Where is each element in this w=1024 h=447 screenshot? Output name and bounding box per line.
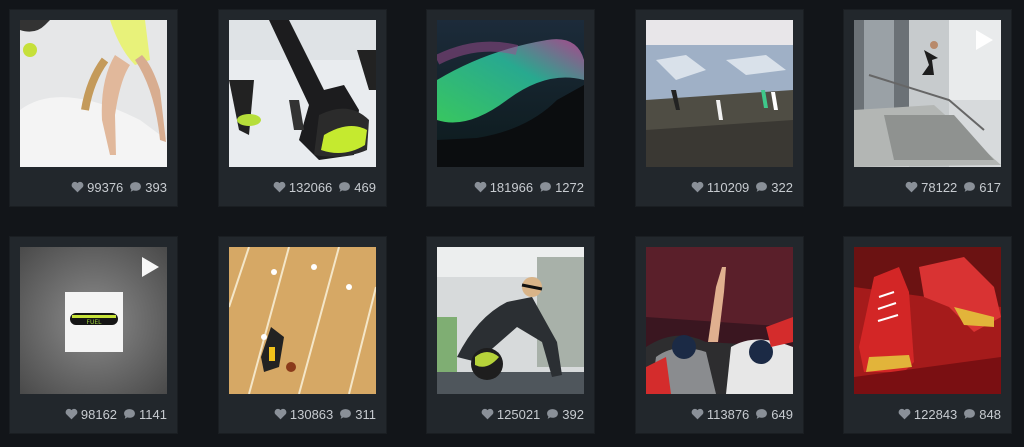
speech-bubble-icon: [547, 409, 559, 419]
comment-count-value: 1272: [555, 179, 584, 195]
speech-bubble-icon: [339, 182, 351, 192]
post-stats: 132066 469: [273, 178, 376, 196]
like-count[interactable]: 110209: [691, 180, 749, 195]
comment-count-value: 393: [145, 179, 167, 195]
like-count[interactable]: 99376: [71, 180, 123, 195]
post-stats: 181966 1272: [474, 178, 584, 196]
speech-bubble-icon: [964, 409, 976, 419]
speech-bubble-icon: [540, 182, 551, 192]
photo-thumbnail[interactable]: [646, 20, 793, 167]
like-count-value: 78122: [921, 179, 958, 195]
heart-icon: [691, 181, 704, 193]
post-stats: 98162 1141: [65, 405, 167, 423]
svg-text:FUEL: FUEL: [87, 319, 103, 326]
comment-count[interactable]: 1272: [539, 180, 584, 195]
photo-thumbnail[interactable]: [437, 20, 584, 167]
like-count[interactable]: 122843: [898, 407, 957, 422]
photo-thumbnail[interactable]: [854, 20, 1001, 167]
post-stats: 125021 392: [481, 405, 584, 423]
post-stats: 130863 311: [274, 405, 376, 423]
photo-thumbnail[interactable]: [854, 247, 1001, 394]
comment-count[interactable]: 322: [755, 180, 793, 195]
comment-count[interactable]: 1141: [123, 407, 167, 422]
comment-count-value: 392: [562, 406, 584, 422]
heart-icon: [898, 408, 911, 420]
photo-grid: 99376 393 132066 469 181966 1272 110209 …: [0, 0, 1024, 447]
like-count-value: 99376: [87, 179, 124, 195]
heart-icon: [905, 181, 918, 193]
like-count-value: 132066: [288, 179, 333, 195]
like-count-value: 181966: [489, 179, 534, 195]
photo-card[interactable]: 130863 311: [219, 237, 386, 433]
post-stats: 99376 393: [71, 178, 167, 196]
like-count-value: 110209: [706, 179, 750, 195]
photo-thumbnail[interactable]: [229, 20, 376, 167]
comment-count[interactable]: 311: [339, 407, 376, 422]
like-count-value: 122843: [913, 406, 958, 422]
heart-icon: [474, 181, 487, 193]
comment-count[interactable]: 617: [963, 180, 1001, 195]
comment-count[interactable]: 393: [129, 180, 167, 195]
heart-icon: [65, 408, 78, 420]
photo-thumbnail[interactable]: FUEL: [20, 247, 167, 394]
photo-card[interactable]: 122843 848: [844, 237, 1011, 433]
photo-thumbnail[interactable]: [437, 247, 584, 394]
comment-count-value: 649: [771, 406, 793, 422]
heart-icon: [71, 181, 84, 193]
comment-count-value: 617: [979, 179, 1001, 195]
photo-card[interactable]: 113876 649: [636, 237, 803, 433]
photo-card[interactable]: 125021 392: [427, 237, 594, 433]
play-icon: [142, 257, 159, 277]
post-stats: 113876 649: [691, 405, 793, 423]
like-count[interactable]: 132066: [273, 180, 332, 195]
photo-card[interactable]: 132066 469: [219, 10, 386, 206]
speech-bubble-icon: [756, 409, 768, 419]
like-count-value: 125021: [496, 406, 541, 422]
like-count-value: 98162: [80, 406, 118, 422]
comment-count-value: 469: [354, 179, 376, 195]
heart-icon: [273, 181, 286, 193]
like-count[interactable]: 130863: [274, 407, 333, 422]
photo-thumbnail[interactable]: [646, 247, 793, 394]
heart-icon: [481, 408, 494, 420]
post-stats: 110209 322: [691, 178, 793, 196]
like-count[interactable]: 78122: [905, 180, 957, 195]
like-count-value: 113876: [706, 406, 750, 422]
speech-bubble-icon: [756, 182, 768, 192]
like-count[interactable]: 125021: [481, 407, 540, 422]
photo-card[interactable]: 181966 1272: [427, 10, 594, 206]
comment-count-value: 1141: [139, 406, 167, 422]
speech-bubble-icon: [964, 182, 976, 192]
comment-count[interactable]: 649: [755, 407, 793, 422]
heart-icon: [691, 408, 704, 420]
photo-thumbnail[interactable]: [20, 20, 167, 167]
post-stats: 122843 848: [898, 405, 1001, 423]
speech-bubble-icon: [130, 182, 142, 192]
photo-card[interactable]: 110209 322: [636, 10, 803, 206]
photo-card[interactable]: FUEL 98162 1141: [10, 237, 177, 433]
comment-count[interactable]: 469: [338, 180, 376, 195]
post-stats: 78122 617: [905, 178, 1001, 196]
speech-bubble-icon: [124, 409, 135, 419]
like-count-value: 130863: [289, 406, 334, 422]
speech-bubble-icon: [340, 409, 352, 419]
photo-thumbnail[interactable]: [229, 247, 376, 394]
comment-count[interactable]: 392: [546, 407, 584, 422]
heart-icon: [274, 408, 287, 420]
like-count[interactable]: 98162: [65, 407, 117, 422]
like-count[interactable]: 181966: [474, 180, 533, 195]
comment-count[interactable]: 848: [963, 407, 1001, 422]
comment-count-value: 311: [355, 406, 376, 422]
play-icon: [976, 30, 993, 50]
like-count[interactable]: 113876: [691, 407, 749, 422]
comment-count-value: 848: [979, 406, 1001, 422]
comment-count-value: 322: [771, 179, 793, 195]
photo-card[interactable]: 78122 617: [844, 10, 1011, 206]
photo-card[interactable]: 99376 393: [10, 10, 177, 206]
